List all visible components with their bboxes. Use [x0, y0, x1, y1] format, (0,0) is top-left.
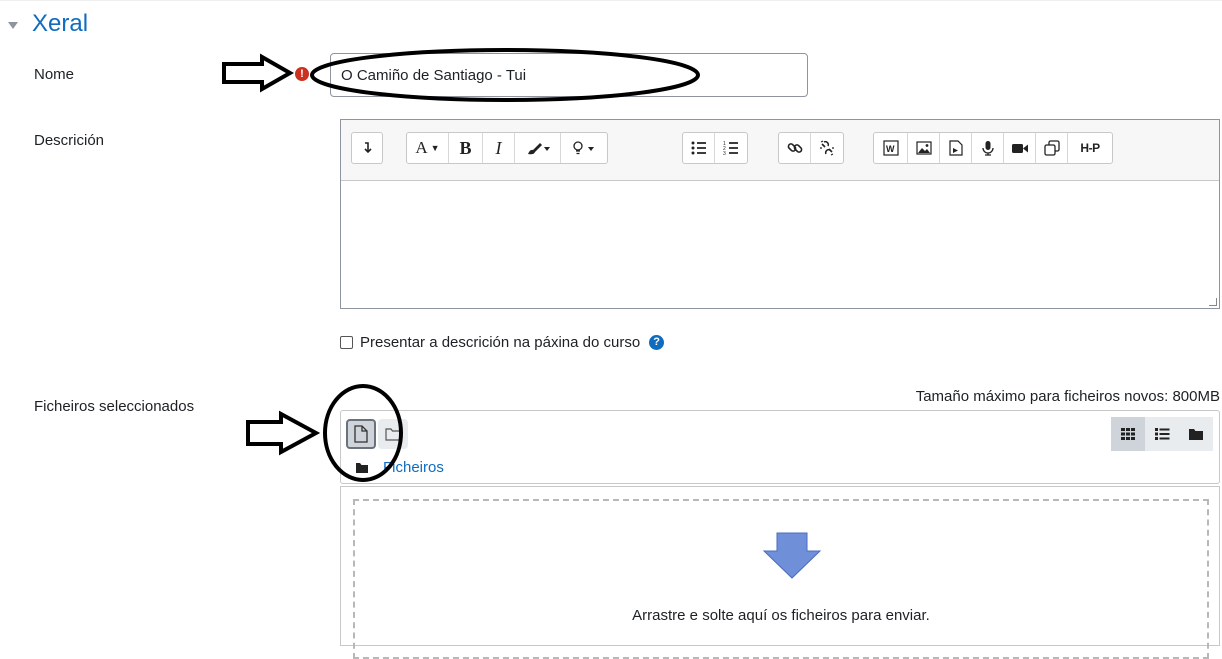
help-icon[interactable]: ?: [649, 335, 665, 350]
grid-icon: [1121, 428, 1135, 440]
lightbulb-icon: [573, 141, 594, 155]
breadcrumb-files-link[interactable]: Ficheiros: [383, 459, 444, 476]
annotation-arrow-icon: [246, 410, 321, 456]
video-camera-icon: [1011, 144, 1028, 153]
create-folder-button[interactable]: [378, 419, 408, 449]
toolbar-group-lists: 123: [682, 132, 748, 164]
view-list-button[interactable]: [1145, 417, 1179, 451]
insert-h5p-button[interactable]: H-P: [1068, 133, 1112, 163]
insert-media-button[interactable]: [940, 133, 972, 163]
toolbar-group-style: A ▼ B I: [406, 132, 608, 164]
folder-outline-icon: [385, 428, 401, 441]
media-file-icon: [948, 140, 963, 156]
files-label: Ficheiros seleccionados: [34, 398, 195, 415]
word-paste-icon: W: [882, 140, 899, 156]
resize-grip-icon[interactable]: [1209, 298, 1217, 306]
record-audio-button[interactable]: [972, 133, 1004, 163]
toolbar-group-collapse: [351, 132, 383, 164]
h5p-icon: H-P: [1080, 141, 1100, 155]
view-icons-button[interactable]: [1111, 417, 1145, 451]
editor-toolbar: A ▼ B I 123 W H-P: [341, 120, 1219, 181]
link-button[interactable]: [779, 133, 811, 163]
bulleted-list-button[interactable]: [683, 133, 715, 163]
svg-text:W: W: [886, 144, 895, 154]
paintbrush-icon: [527, 143, 550, 155]
description-label: Descrición: [34, 132, 105, 149]
microphone-icon: [981, 141, 994, 156]
italic-button[interactable]: I: [483, 133, 515, 163]
unlink-button[interactable]: [811, 133, 843, 163]
show-description-checkbox[interactable]: [340, 336, 353, 349]
drop-zone-text: Arrastre e solte aquí os ficheiros para …: [632, 607, 930, 624]
file-drop-container: Arrastre e solte aquí os ficheiros para …: [340, 486, 1220, 659]
show-description-row: Presentar a descrición na páxina do curs…: [340, 334, 665, 351]
collapse-caret-icon[interactable]: [8, 21, 18, 29]
file-drop-zone[interactable]: Arrastre e solte aquí os ficheiros para …: [353, 499, 1209, 659]
toolbar-group-media: W H-P: [873, 132, 1113, 164]
annotation-arrow-icon: [222, 53, 295, 93]
view-tree-button[interactable]: [1179, 417, 1213, 451]
file-manager-toolbar: Ficheiros: [340, 410, 1220, 484]
manage-files-button[interactable]: [1036, 133, 1068, 163]
required-icon: !: [295, 67, 309, 81]
image-icon: [915, 141, 932, 155]
svg-text:3: 3: [723, 151, 726, 156]
show-more-buttons-button[interactable]: [352, 133, 382, 163]
bold-button[interactable]: B: [449, 133, 483, 163]
file-icon: [354, 425, 368, 443]
show-description-label[interactable]: Presentar a descrición na páxina do curs…: [360, 334, 640, 351]
list-icon: [1155, 428, 1170, 440]
folder-icon: [1189, 429, 1203, 440]
toolbar-group-links: [778, 132, 844, 164]
numbered-list-icon: 123: [723, 141, 738, 156]
numbered-list-button[interactable]: 123: [715, 133, 747, 163]
link-icon: [787, 143, 802, 153]
view-mode-group: [1111, 417, 1213, 451]
download-arrow-icon: [762, 532, 822, 579]
name-input[interactable]: [330, 53, 808, 97]
section-title[interactable]: Xeral: [32, 10, 88, 38]
record-video-button[interactable]: [1004, 133, 1036, 163]
description-editor: A ▼ B I 123 W H-P: [340, 119, 1220, 309]
add-file-button[interactable]: [346, 419, 376, 449]
show-more-icon: [364, 142, 372, 154]
max-file-size: Tamaño máximo para ficheiros novos: 800M…: [915, 388, 1220, 405]
word-paste-button[interactable]: W: [874, 133, 908, 163]
top-divider: [0, 0, 1222, 1]
description-editor-content[interactable]: [341, 182, 1219, 308]
paragraph-style-button[interactable]: A ▼: [407, 133, 449, 163]
bulleted-list-icon: [691, 141, 706, 155]
font-color-button[interactable]: [515, 133, 561, 163]
insert-image-button[interactable]: [908, 133, 940, 163]
manage-files-icon: [1043, 140, 1060, 156]
breadcrumb: Ficheiros: [355, 459, 444, 476]
section-header[interactable]: Xeral: [8, 10, 88, 38]
unlink-icon: [820, 140, 834, 156]
name-label: Nome: [34, 66, 75, 83]
accessibility-checker-button[interactable]: [561, 133, 607, 163]
folder-icon: [356, 462, 368, 473]
